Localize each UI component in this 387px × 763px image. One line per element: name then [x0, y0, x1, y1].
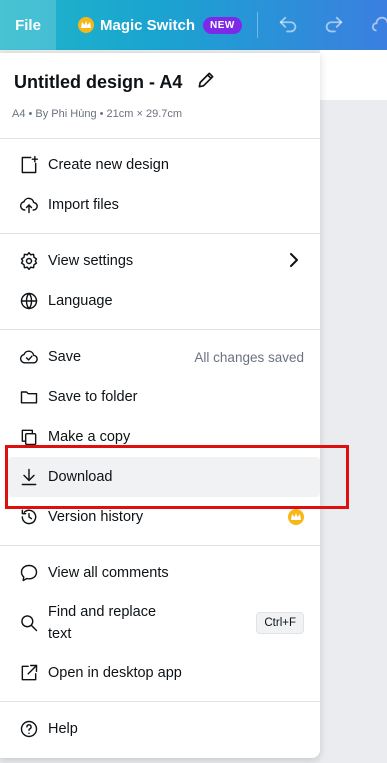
search-icon — [18, 612, 40, 634]
menu-item-label: Open in desktop app — [48, 665, 182, 681]
design-title-text: Untitled design - A4 — [14, 72, 183, 92]
menu-divider — [0, 138, 320, 139]
menu-item-label: Save to folder — [48, 389, 138, 405]
upload-cloud-icon — [18, 194, 40, 216]
menu-item-label: Create new design — [48, 157, 169, 173]
globe-icon — [18, 290, 40, 312]
menu-divider — [0, 233, 320, 234]
magic-switch-button[interactable]: Magic Switch NEW — [78, 14, 242, 36]
menu-item-label: Language — [48, 293, 113, 309]
magic-switch-label: Magic Switch — [100, 16, 196, 34]
menu-item-open-in-desktop-app[interactable]: Open in desktop app — [8, 653, 320, 693]
find-replace-line2: text — [48, 626, 72, 642]
folder-icon — [18, 386, 40, 408]
menu-item-label: Find and replace text — [48, 601, 156, 645]
save-status: All changes saved — [194, 349, 304, 365]
menu-item-download[interactable]: Download — [8, 457, 320, 497]
menu-item-version-history[interactable]: Version history — [8, 497, 320, 537]
menu-item-label: Download — [48, 469, 113, 485]
comment-icon — [18, 562, 40, 584]
menu-item-label: Save — [48, 349, 82, 365]
menu-divider — [0, 701, 320, 702]
cloud-check-icon — [18, 346, 40, 368]
menu-item-save[interactable]: Save All changes saved — [8, 337, 320, 377]
menu-item-view-settings[interactable]: View settings — [8, 241, 320, 281]
menu-item-label: Help — [48, 721, 78, 737]
help-icon — [18, 718, 40, 740]
file-menu-panel: Untitled design - A4 A4 • By Phi Hùng • … — [0, 53, 320, 758]
top-toolbar: File Magic Switch NEW — [0, 0, 387, 50]
external-link-icon — [18, 662, 40, 684]
file-menu-button[interactable]: File — [0, 0, 56, 50]
menu-item-import-files[interactable]: Import files — [8, 185, 320, 225]
toolbar-divider — [257, 12, 258, 38]
menu-item-label: Import files — [48, 197, 119, 213]
menu-item-label: Make a copy — [48, 429, 131, 445]
gear-icon — [18, 250, 40, 272]
chevron-right-icon — [286, 251, 302, 273]
download-icon — [18, 466, 40, 488]
menu-item-help[interactable]: Help — [8, 709, 320, 749]
menu-item-label: View settings — [48, 253, 134, 269]
canvas-background — [320, 100, 387, 763]
crown-icon — [288, 509, 304, 525]
design-title[interactable]: Untitled design - A4 — [14, 70, 216, 95]
new-badge: NEW — [203, 16, 242, 34]
undo-icon[interactable] — [276, 13, 300, 37]
shortcut-badge: Ctrl+F — [256, 612, 304, 634]
menu-item-save-to-folder[interactable]: Save to folder — [8, 377, 320, 417]
menu-divider — [0, 329, 320, 330]
create-design-icon — [18, 154, 40, 176]
redo-icon[interactable] — [322, 13, 346, 37]
crown-icon — [78, 17, 94, 33]
menu-item-view-all-comments[interactable]: View all comments — [8, 553, 320, 593]
editor-toolbar-strip — [320, 50, 387, 100]
history-icon — [18, 506, 40, 528]
menu-divider — [0, 545, 320, 546]
menu-item-create-new-design[interactable]: Create new design — [8, 145, 320, 185]
find-replace-line1: Find and replace — [48, 604, 157, 620]
menu-item-label: Version history — [48, 509, 144, 525]
menu-item-language[interactable]: Language — [8, 281, 320, 321]
cloud-sync-icon[interactable] — [370, 13, 387, 37]
menu-item-label: View all comments — [48, 565, 169, 581]
menu-item-make-a-copy[interactable]: Make a copy — [8, 417, 320, 457]
pencil-icon[interactable] — [196, 70, 216, 95]
design-meta: A4 • By Phi Hùng • 21cm × 29.7cm — [12, 108, 183, 120]
menu-item-find-and-replace[interactable]: Find and replace text Ctrl+F — [8, 595, 320, 651]
copy-icon — [18, 426, 40, 448]
